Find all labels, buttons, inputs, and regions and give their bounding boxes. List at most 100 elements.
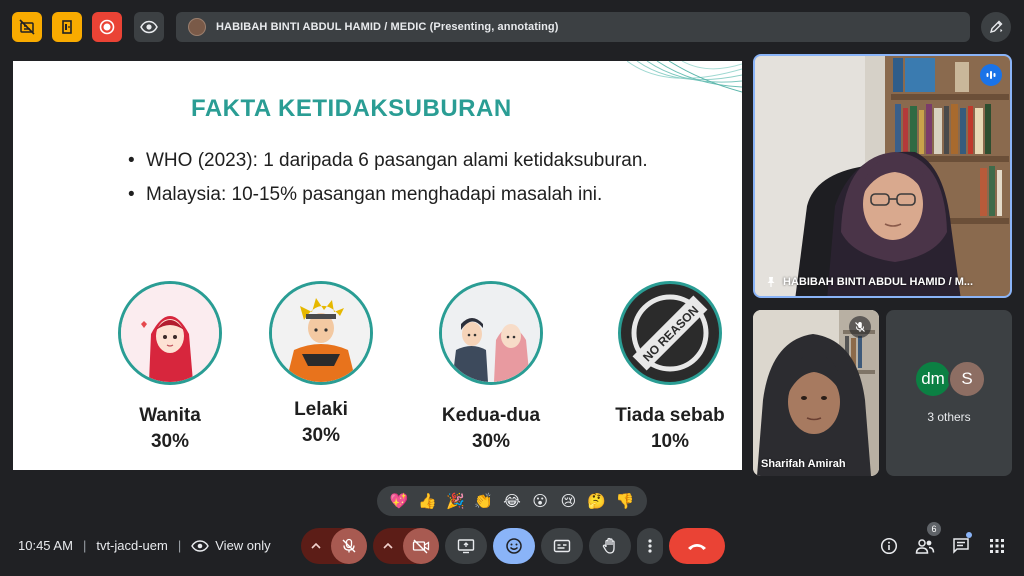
view-only-label: View only	[215, 538, 271, 553]
reactions-bar: 💖 👍 🎉 👏 😂 😮 😢 🤔 👎	[377, 486, 647, 516]
hand-icon	[602, 537, 615, 554]
view-only-status: View only	[191, 538, 271, 553]
chat-icon	[953, 538, 969, 554]
view-mode-button[interactable]	[134, 12, 164, 42]
bottom-bar: 10:45 AM | tvt-jacd-uem | View only	[0, 520, 1024, 576]
door-icon	[62, 20, 72, 34]
category-tiada-sebab: NO REASON Tiada sebab 10%	[595, 281, 742, 453]
bullet-item: WHO (2023): 1 daripada 6 pasangan alami …	[128, 147, 718, 175]
mic-toggle-button[interactable]	[331, 528, 367, 564]
participant-name: Sharifah Amirah	[761, 458, 846, 470]
camera-control	[373, 528, 439, 564]
reaction-laugh[interactable]: 😂	[501, 490, 523, 512]
clock-time: 10:45 AM	[18, 538, 73, 553]
muted-indicator	[849, 316, 871, 338]
meeting-details-button[interactable]	[875, 532, 903, 560]
woman-illustration	[118, 281, 222, 385]
others-avatars: dm S	[914, 360, 986, 398]
raise-hand-button[interactable]	[589, 528, 631, 564]
reaction-thumbs-up[interactable]: 👍	[416, 490, 438, 512]
chat-notification-dot	[966, 532, 972, 538]
present-button[interactable]	[445, 528, 487, 564]
camera-options-button[interactable]	[373, 528, 403, 564]
more-vert-icon	[648, 539, 652, 553]
camera-toggle-button[interactable]	[403, 528, 439, 564]
presenter-avatar	[188, 18, 206, 36]
presenter-video	[755, 56, 1010, 296]
category-percent: 30%	[471, 431, 511, 452]
reaction-clap[interactable]: 👏	[473, 490, 495, 512]
pen-icon	[989, 20, 1003, 34]
avatar: dm	[914, 360, 952, 398]
reaction-party[interactable]: 🎉	[445, 490, 467, 512]
eye-icon	[140, 20, 158, 34]
meet-window: HABIBAH BINTI ABDUL HAMID / MEDIC (Prese…	[0, 0, 1024, 576]
people-count-badge: 6	[927, 522, 941, 536]
annotate-button[interactable]	[981, 12, 1011, 42]
reaction-thinking[interactable]: 🤔	[586, 490, 608, 512]
man-illustration	[269, 281, 373, 385]
reaction-heart[interactable]: 💖	[388, 490, 410, 512]
category-label: Kedua-dua	[441, 405, 541, 426]
presenter-name-row: HABIBAH BINTI ABDUL HAMID / M...	[765, 276, 973, 288]
category-lelaki: Lelaki 30%	[256, 281, 386, 447]
category-percent: 10%	[650, 431, 690, 452]
audio-bars-icon	[986, 71, 996, 79]
pin-icon	[767, 277, 775, 287]
captions-off-icon	[19, 19, 35, 35]
mic-off-icon	[342, 538, 356, 553]
camera-off-icon	[412, 539, 430, 554]
meeting-code[interactable]: tvt-jacd-uem	[96, 538, 168, 553]
captions-off-button[interactable]	[12, 12, 42, 42]
reactions-button[interactable]	[493, 528, 535, 564]
reaction-thumbs-down[interactable]: 👎	[614, 490, 636, 512]
presentation-slide: FAKTA KETIDAKSUBURAN WHO (2023): 1 darip…	[13, 61, 742, 470]
no-reason-sign: NO REASON	[618, 281, 722, 385]
reaction-sad[interactable]: 😢	[557, 490, 579, 512]
mic-options-button[interactable]	[301, 528, 331, 564]
slide-decoration	[627, 61, 742, 93]
category-kedua-dua: Kedua-dua 30%	[426, 281, 556, 453]
category-percent: 30%	[150, 431, 190, 452]
host-controls-button[interactable]	[52, 12, 82, 42]
separator: |	[177, 538, 182, 553]
separator: |	[82, 538, 87, 553]
recording-button[interactable]	[92, 12, 122, 42]
people-icon	[915, 539, 935, 554]
couple-illustration	[439, 281, 543, 385]
info-icon	[880, 537, 898, 555]
record-icon	[99, 19, 115, 35]
people-button[interactable]	[911, 532, 939, 560]
participant-tile-presenter[interactable]: HABIBAH BINTI ABDUL HAMID / M...	[753, 54, 1012, 298]
bullet-item: Malaysia: 10-15% pasangan menghadapi mas…	[128, 181, 718, 209]
category-percent: 30%	[301, 425, 341, 446]
category-label: Wanita	[139, 405, 201, 426]
activities-button[interactable]	[983, 532, 1011, 560]
captions-icon	[553, 539, 571, 553]
mic-control	[301, 528, 367, 564]
apps-grid-icon	[990, 539, 1004, 553]
reaction-surprised[interactable]: 😮	[529, 490, 551, 512]
others-label: 3 others	[927, 410, 971, 424]
avatar: S	[948, 360, 986, 398]
speaking-indicator	[980, 64, 1002, 86]
category-label: Lelaki	[294, 399, 348, 420]
chevron-up-icon	[383, 543, 393, 549]
bullet-list: WHO (2023): 1 daripada 6 pasangan alami …	[128, 147, 718, 209]
more-options-button[interactable]	[637, 528, 663, 564]
meeting-info: 10:45 AM | tvt-jacd-uem | View only	[18, 538, 271, 553]
present-screen-icon	[457, 539, 475, 554]
others-tile[interactable]: dm S 3 others	[886, 310, 1012, 476]
chevron-up-icon	[311, 543, 321, 549]
participant-tile-sharifah[interactable]: Sharifah Amirah	[753, 310, 879, 476]
category-label: Tiada sebab	[615, 405, 725, 426]
presenter-label: HABIBAH BINTI ABDUL HAMID / MEDIC (Prese…	[216, 21, 559, 33]
leave-call-button[interactable]	[669, 528, 725, 564]
category-wanita: Wanita 30%	[105, 281, 235, 453]
smile-icon	[506, 538, 522, 554]
slide-title: FAKTA KETIDAKSUBURAN	[191, 95, 512, 122]
top-bar: HABIBAH BINTI ABDUL HAMID / MEDIC (Prese…	[0, 0, 1024, 52]
captions-button[interactable]	[541, 528, 583, 564]
hang-up-icon	[688, 544, 706, 550]
participant-name: HABIBAH BINTI ABDUL HAMID / M...	[783, 276, 974, 288]
